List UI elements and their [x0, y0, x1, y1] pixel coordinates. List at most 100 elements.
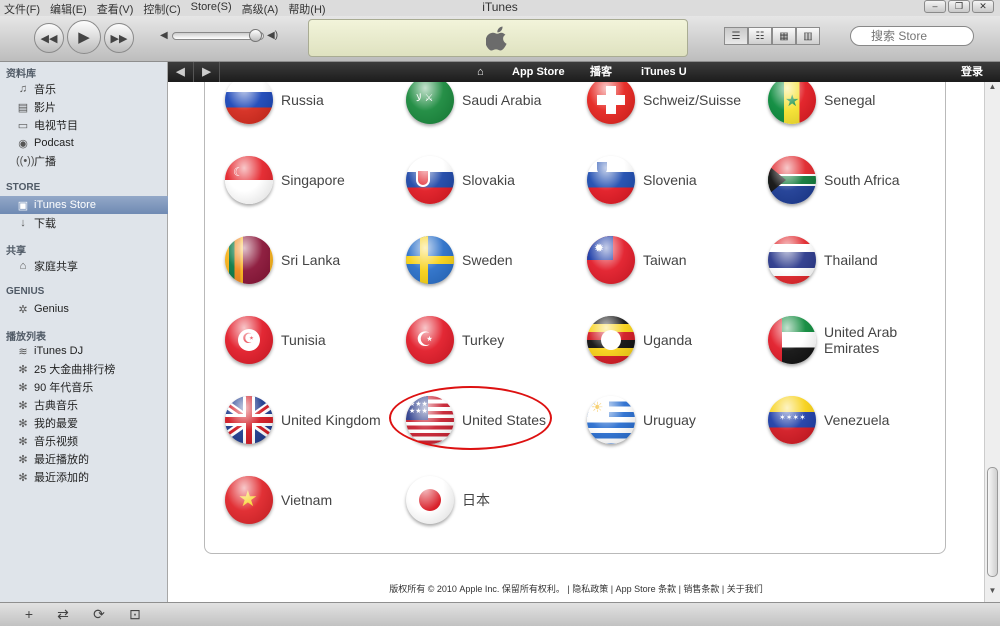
store-nav-bar: ◀ ▶ ⌂ App Store 播客 iTunes U 登录 — [168, 62, 1000, 82]
sidebar-item-label: 最近播放的 — [34, 454, 89, 466]
window-title: iTunes — [482, 0, 518, 14]
country-link-tunisia[interactable]: ☪ Tunisia — [225, 316, 326, 364]
scroll-down-icon[interactable]: ▼ — [985, 586, 1000, 600]
sidebar-item-music-videos[interactable]: ✻ 音乐视频 — [0, 432, 168, 450]
south-africa-flag-icon — [768, 156, 816, 204]
country-link-russia[interactable]: Russia — [225, 82, 324, 124]
sidebar-item-label: 我的最爱 — [34, 418, 78, 430]
nav-link-app-store[interactable]: App Store — [512, 62, 565, 82]
footer-links[interactable]: 版权所有 © 2010 Apple Inc. 保留所有权利。 | 隐私政策 | … — [168, 582, 984, 595]
senegal-flag-icon: ★ — [768, 82, 816, 124]
artwork-toggle-icon[interactable]: ⊡ — [124, 606, 146, 622]
sidebar-item-downloads[interactable]: ↓ 下载 — [0, 214, 168, 232]
country-link-turkey[interactable]: ☪ Turkey — [406, 316, 504, 364]
country-link-slovenia[interactable]: Slovenia — [587, 156, 697, 204]
scrollbar-thumb[interactable] — [987, 467, 998, 577]
country-link-japan[interactable]: 日本 — [406, 476, 490, 524]
login-link[interactable]: 登录 — [961, 62, 983, 82]
country-link-uganda[interactable]: Uganda — [587, 316, 692, 364]
next-icon[interactable]: ▶▶ — [104, 23, 134, 53]
sidebar-item-itunes-dj[interactable]: ≋ iTunes DJ — [0, 342, 168, 360]
country-name: Sri Lanka — [281, 252, 341, 268]
scroll-up-icon[interactable]: ▲ — [985, 82, 1000, 96]
sidebar-item-movies[interactable]: ▤ 影片 — [0, 98, 168, 116]
sidebar-item-recently-played[interactable]: ✻ 最近播放的 — [0, 450, 168, 468]
venezuela-flag-icon: ✶✶✶✶ — [768, 396, 816, 444]
sidebar-item-label: Podcast — [34, 137, 74, 149]
restore-icon[interactable]: ❐ — [948, 0, 970, 13]
coverflow-view-icon[interactable]: ▥ — [796, 27, 820, 45]
volume-knob[interactable] — [249, 29, 262, 42]
previous-icon[interactable]: ◀◀ — [34, 23, 64, 53]
sweden-flag-icon — [406, 236, 454, 284]
highlight-circle — [389, 386, 552, 450]
country-link-senegal[interactable]: ★ Senegal — [768, 82, 875, 124]
sidebar-item-favorites[interactable]: ✻ 我的最爱 — [0, 414, 168, 432]
add-playlist-icon[interactable]: + — [18, 606, 40, 622]
country-link-south-africa[interactable]: South Africa — [768, 156, 900, 204]
back-arrow-icon[interactable]: ◀ — [168, 62, 194, 82]
smart-playlist-icon: ✻ — [18, 435, 28, 448]
sidebar-item-classical[interactable]: ✻ 古典音乐 — [0, 396, 168, 414]
country-link-slovakia[interactable]: Slovakia — [406, 156, 515, 204]
minimize-icon[interactable]: – — [924, 0, 946, 13]
shuffle-icon[interactable]: ⇄ — [52, 606, 74, 622]
vertical-scrollbar[interactable]: ▲ ▼ — [984, 82, 1000, 602]
country-link-uruguay[interactable]: ☀ Uruguay — [587, 396, 696, 444]
sidebar-item-label: 90 年代音乐 — [34, 382, 94, 394]
grid-view-icon[interactable]: ▦ — [772, 27, 796, 45]
country-name: Uruguay — [643, 412, 696, 428]
sidebar-item-home-sharing[interactable]: ⌂ 家庭共享 — [0, 257, 168, 275]
smart-playlist-icon: ✻ — [18, 453, 28, 466]
country-link-venezuela[interactable]: ✶✶✶✶ Venezuela — [768, 396, 889, 444]
forward-arrow-icon[interactable]: ▶ — [194, 62, 220, 82]
smart-playlist-icon: ✻ — [18, 399, 28, 412]
dj-icon: ≋ — [18, 345, 28, 358]
country-link-saudi-arabia[interactable]: ﻻ ⚔ Saudi Arabia — [406, 82, 541, 124]
country-link-sweden[interactable]: Sweden — [406, 236, 513, 284]
country-name: United Kingdom — [281, 412, 381, 428]
country-name: Schweiz/Suisse — [643, 92, 742, 108]
sidebar-item-tv[interactable]: ▭ 电视节目 — [0, 116, 168, 134]
sidebar-item-label: 下载 — [34, 218, 56, 230]
list-view-icon[interactable]: ☰ — [724, 27, 748, 45]
repeat-icon[interactable]: ⟳ — [88, 606, 110, 622]
sidebar-item-90s[interactable]: ✻ 90 年代音乐 — [0, 378, 168, 396]
store-content: Russia ﻻ ⚔ Saudi Arabia Schweiz/Suisse ★… — [168, 82, 984, 602]
close-icon[interactable]: ✕ — [972, 0, 994, 13]
country-link-sri-lanka[interactable]: Sri Lanka — [225, 236, 340, 284]
country-link-vietnam[interactable]: ★ Vietnam — [225, 476, 332, 524]
search-input[interactable] — [850, 26, 974, 46]
play-icon[interactable]: ▶ — [67, 20, 101, 54]
sidebar-item-itunes-store[interactable]: ▣ iTunes Store — [0, 196, 168, 214]
title-bar: 文件(F) 编辑(E) 查看(V) 控制(C) Store(S) 高级(A) 帮… — [0, 0, 1000, 16]
country-link-thailand[interactable]: Thailand — [768, 236, 878, 284]
country-link-singapore[interactable]: ☾ Singapore — [225, 156, 345, 204]
grouped-view-icon[interactable]: ☷ — [748, 27, 772, 45]
country-link-switzerland[interactable]: Schweiz/Suisse — [587, 82, 741, 124]
sidebar-item-recently-added[interactable]: ✻ 最近添加的 — [0, 468, 168, 486]
country-name: Senegal — [824, 92, 876, 108]
store-icon: ▣ — [17, 199, 29, 212]
sidebar-heading-shared: 共享 — [6, 246, 26, 257]
sidebar-item-podcast[interactable]: ◉ Podcast — [0, 134, 168, 152]
country-link-taiwan[interactable]: ✹ Taiwan — [587, 236, 687, 284]
sidebar-heading-store: STORE — [6, 182, 41, 193]
home-icon[interactable]: ⌂ — [477, 62, 484, 82]
country-name: Uganda — [643, 332, 693, 348]
bottom-bar: + ⇄ ⟳ ⊡ — [0, 602, 1000, 626]
volume-high-icon: ◀) — [267, 30, 279, 41]
sidebar-item-label: 音乐视频 — [34, 436, 78, 448]
sidebar-item-radio[interactable]: ((•)) 广播 — [0, 152, 168, 170]
nav-link-podcasts[interactable]: 播客 — [590, 62, 612, 82]
nav-link-itunes-u[interactable]: iTunes U — [641, 62, 687, 82]
country-link-united-kingdom[interactable]: United Kingdom — [225, 396, 381, 444]
country-name: Tunisia — [281, 332, 326, 348]
apple-logo-icon — [486, 26, 507, 51]
status-display — [308, 19, 688, 57]
smart-playlist-icon: ✻ — [18, 417, 28, 430]
sidebar-item-music[interactable]: ♫ 音乐 — [0, 80, 168, 98]
country-link-uae[interactable]: United Arab Emirates — [768, 316, 914, 364]
sidebar-item-genius[interactable]: ✲ Genius — [0, 300, 168, 318]
sidebar-item-top25[interactable]: ✻ 25 大金曲排行榜 — [0, 360, 168, 378]
